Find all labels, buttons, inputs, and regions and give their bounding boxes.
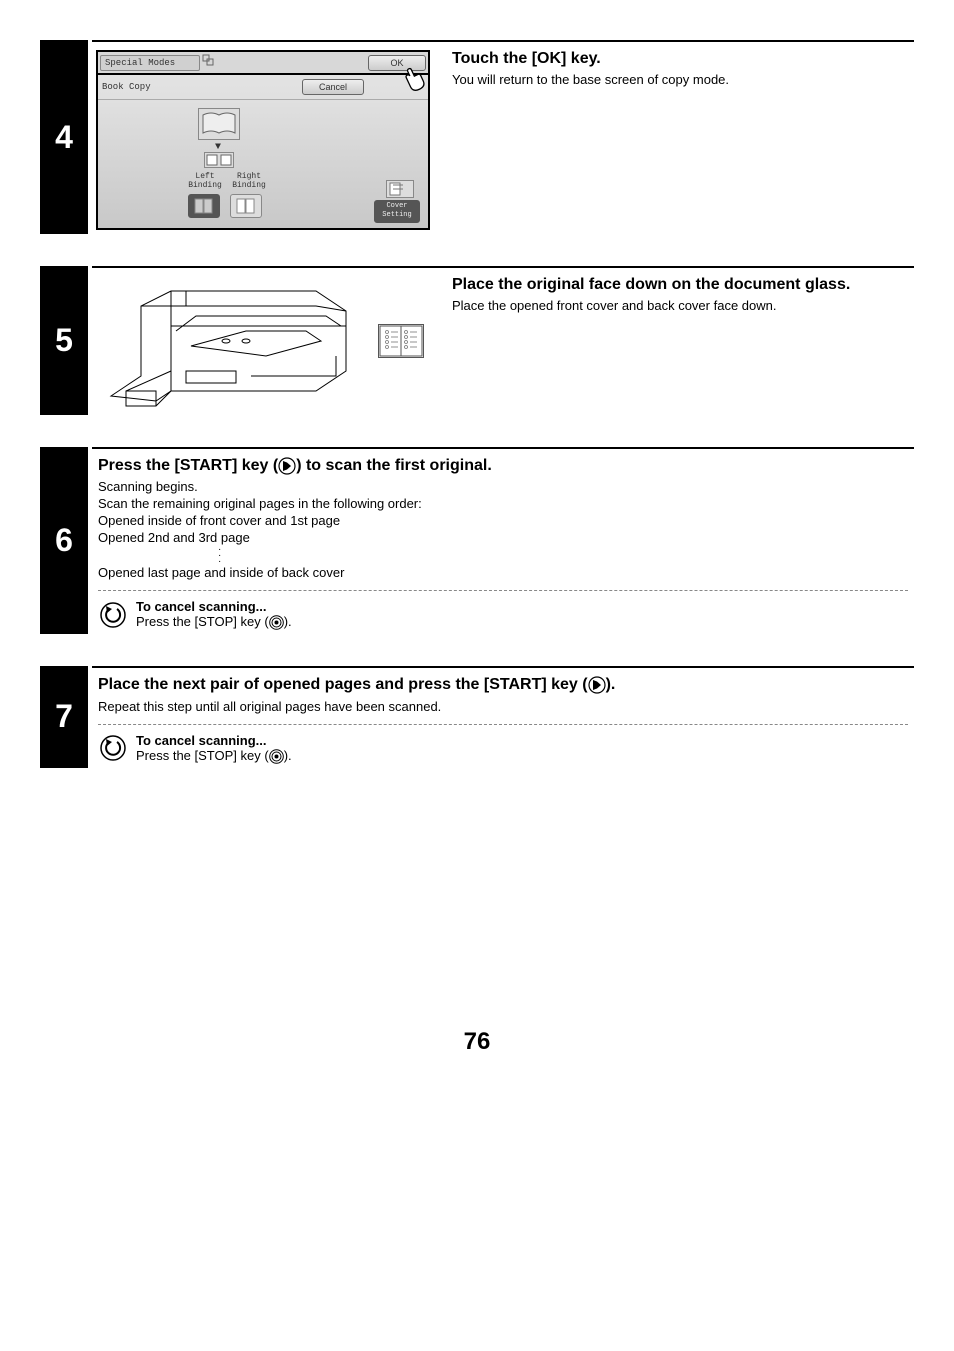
step-heading: Touch the [OK] key. [452,50,914,68]
ok-button-label: OK [390,58,403,68]
step-body: You will return to the base screen of co… [452,72,914,87]
step-content: Special Modes OK [88,40,914,234]
cancel-text-post: ). [284,614,292,629]
page-number: 76 [40,1028,914,1056]
dashed-separator [98,724,908,725]
step-number: 6 [40,447,88,634]
divider [92,666,914,668]
panel-title: Book Copy [102,82,202,92]
screen-illustration: Special Modes OK [92,46,444,234]
cancel-block: To cancel scanning... Press the [STOP] k… [98,599,908,630]
cancel-button[interactable]: Cancel [302,79,364,95]
open-book-icon [378,324,424,358]
step-7: 7 Place the next pair of opened pages an… [40,666,914,767]
step-body: Place the opened front cover and back co… [452,298,914,313]
cancel-block: To cancel scanning... Press the [STOP] k… [98,733,908,764]
copier-line-art [96,276,386,411]
cancel-text: To cancel scanning... Press the [STOP] k… [128,733,908,764]
page: 4 Special Modes OK [0,0,954,1096]
heading-text-pre: Press the [START] key ( [98,457,278,474]
step-heading: Place the original face down on the docu… [452,276,914,294]
step-content: Press the [START] key ( ) to scan the fir… [88,447,914,634]
page-layout-icon [204,152,234,168]
panel-body: ▼ Left Binding Right Binding [98,100,428,228]
step-text: Press the [START] key ( ) to scan the fir… [92,453,914,634]
book-icon [198,108,240,140]
dashed-separator [98,590,908,591]
body-line: Opened 2nd and 3rd page [98,530,908,545]
ok-button[interactable]: OK [368,55,426,71]
panel-title-row: Book Copy Cancel [98,75,428,100]
step-text: Touch the [OK] key. You will return to t… [444,46,914,95]
divider [92,40,914,42]
cover-setting-icon [386,180,414,198]
heading-text-post: ). [606,677,616,694]
step-5: 5 [40,266,914,415]
cover-setting-button[interactable]: Cover Setting [374,200,420,223]
step-content: Place the next pair of opened pages and … [88,666,914,767]
content-columns: Special Modes OK [92,46,914,234]
panel-header-icon [200,54,220,71]
step-4: 4 Special Modes OK [40,40,914,234]
cancel-text: To cancel scanning... Press the [STOP] k… [128,599,908,630]
divider [92,266,914,268]
right-binding-button[interactable] [230,194,262,218]
body-line: Repeat this step until all original page… [98,699,908,714]
body-line: Scanning begins. [98,479,908,494]
step-text: Place the original face down on the docu… [444,272,914,321]
left-binding-label: Left Binding [184,172,226,190]
body-line: Opened inside of front cover and 1st pag… [98,513,908,528]
special-modes-tab[interactable]: Special Modes [100,55,200,71]
left-binding-button[interactable] [188,194,220,218]
right-binding-label: Right Binding [228,172,270,190]
cancel-text-pre: Press the [STOP] key ( [136,748,269,763]
body-line: Scan the remaining original pages in the… [98,496,908,511]
undo-icon [98,735,128,761]
scanner-illustration [92,272,444,415]
cancel-text-post: ). [284,748,292,763]
step-number: 4 [40,40,88,234]
cancel-title: To cancel scanning... [136,733,908,748]
step-content: Place the original face down on the docu… [88,266,914,415]
heading-text-pre: Place the next pair of opened pages and … [98,677,588,694]
stop-key-icon [269,749,284,764]
start-key-icon [278,457,296,475]
stop-key-icon [269,615,284,630]
cancel-text-pre: Press the [STOP] key ( [136,614,269,629]
step-text: Place the next pair of opened pages and … [92,672,914,767]
divider [92,447,914,449]
touchscreen-panel: Special Modes OK [96,50,430,230]
content-columns: Place the original face down on the docu… [92,272,914,415]
start-key-icon [588,676,606,694]
step-number: 7 [40,666,88,767]
body-line: Opened last page and inside of back cove… [98,565,908,580]
undo-icon [98,602,128,628]
step-heading: Press the [START] key ( ) to scan the fir… [98,457,492,475]
cancel-title: To cancel scanning... [136,599,908,614]
step-number: 5 [40,266,88,415]
cancel-line: Press the [STOP] key (). [136,614,908,630]
step-6: 6 Press the [START] key ( ) to scan the f… [40,447,914,634]
vertical-ellipsis: ··· [218,547,908,565]
step-heading: Place the next pair of opened pages and … [98,676,615,694]
heading-text-post: ) to scan the first original. [296,457,492,474]
cancel-line: Press the [STOP] key (). [136,748,908,764]
panel-header-row: Special Modes OK [98,52,428,75]
